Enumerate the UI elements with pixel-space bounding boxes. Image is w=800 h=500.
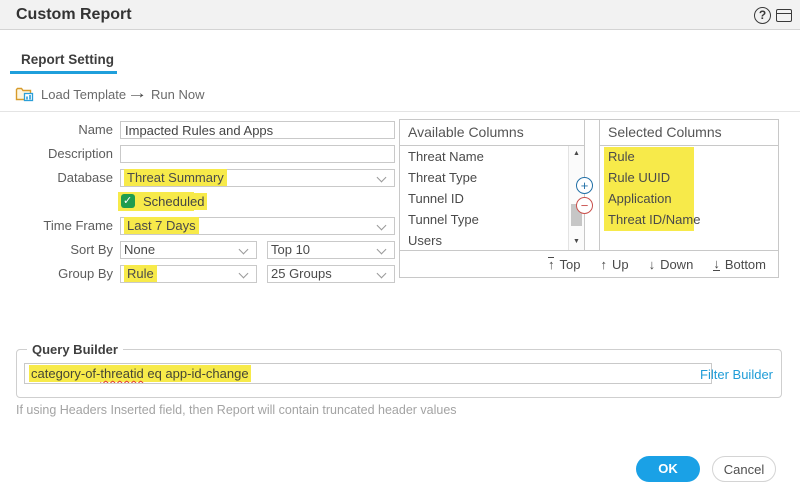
chevron-down-icon: [377, 221, 387, 231]
list-item[interactable]: Threat ID/Name: [600, 209, 778, 230]
group-by-select[interactable]: Rule: [120, 265, 257, 283]
query-input[interactable]: category-of-threatid eq app-id-change: [24, 363, 712, 384]
list-item[interactable]: Threat Type: [400, 167, 584, 188]
sort-by-select[interactable]: None: [120, 241, 257, 259]
load-template-icon: [15, 86, 35, 102]
sort-by-value: None: [124, 242, 155, 257]
chevron-down-icon: [377, 245, 387, 255]
cancel-button[interactable]: Cancel: [712, 456, 776, 482]
selected-columns-list: RuleRule UUIDApplicationThreat ID/Name: [600, 146, 778, 250]
available-columns-header: Available Columns: [400, 120, 584, 146]
chevron-down-icon: [239, 269, 249, 279]
columns-chooser: Available Columns ▲ ▼ Threat NameThreat …: [399, 119, 779, 278]
description-input[interactable]: [120, 145, 395, 163]
time-frame-label: Time Frame: [0, 217, 113, 235]
selected-columns-panel: Selected Columns RuleRule UUIDApplicatio…: [599, 120, 778, 250]
move-up-icon: [600, 258, 607, 271]
move-up-label: Up: [612, 257, 629, 272]
run-now-button[interactable]: → Run Now: [129, 84, 204, 104]
dialog-title: Custom Report: [16, 0, 132, 29]
column-move-gutter: + −: [585, 120, 599, 250]
available-columns-list: ▲ ▼ Threat NameThreat TypeTunnel IDTunne…: [400, 146, 584, 250]
sort-limit-select[interactable]: Top 10: [267, 241, 395, 259]
query-text-2: eq app-id-change: [144, 366, 249, 381]
chevron-down-icon: [239, 245, 249, 255]
active-tab-indicator: [10, 71, 117, 74]
help-icon[interactable]: ?: [754, 7, 771, 24]
available-columns-panel: Available Columns ▲ ▼ Threat NameThreat …: [400, 120, 585, 250]
move-down-icon: [649, 258, 656, 271]
run-now-label: Run Now: [151, 87, 204, 102]
list-item[interactable]: Threat Name: [400, 146, 584, 167]
chevron-down-icon: [377, 269, 387, 279]
header-truncation-hint: If using Headers Inserted field, then Re…: [16, 403, 457, 417]
remove-column-button[interactable]: −: [576, 197, 593, 214]
move-top-button[interactable]: Top: [548, 257, 580, 272]
toolbar-separator: [0, 111, 800, 112]
description-label: Description: [0, 145, 113, 163]
move-bottom-button[interactable]: Bottom: [713, 257, 766, 272]
group-limit-value: 25 Groups: [271, 266, 332, 281]
move-top-icon: [548, 257, 555, 271]
filter-builder-link[interactable]: Filter Builder: [700, 367, 773, 382]
time-frame-value: Last 7 Days: [124, 217, 199, 234]
sort-by-label: Sort By: [0, 241, 113, 259]
group-by-value: Rule: [124, 265, 157, 282]
window-dock-icon[interactable]: [776, 9, 792, 22]
move-top-label: Top: [559, 257, 580, 272]
list-item[interactable]: Rule: [600, 146, 778, 167]
group-by-label: Group By: [0, 265, 113, 283]
dialog-titlebar: Custom Report ?: [0, 0, 800, 30]
name-input[interactable]: [120, 121, 395, 139]
query-builder-legend: Query Builder: [27, 342, 123, 357]
list-item[interactable]: Rule UUID: [600, 167, 778, 188]
sort-limit-value: Top 10: [271, 242, 310, 257]
chevron-down-icon: [377, 173, 387, 183]
list-item[interactable]: Application: [600, 188, 778, 209]
scheduled-label: Scheduled: [140, 193, 207, 210]
load-template-button[interactable]: Load Template: [15, 84, 126, 104]
time-frame-select[interactable]: Last 7 Days: [120, 217, 395, 235]
add-column-button[interactable]: +: [576, 177, 593, 194]
column-order-toolbar: Top Up Down Bottom: [400, 250, 778, 277]
ok-button[interactable]: OK: [636, 456, 700, 482]
list-item[interactable]: Tunnel Type: [400, 209, 584, 230]
name-label: Name: [0, 121, 113, 139]
list-item[interactable]: Users: [400, 230, 584, 250]
selected-columns-header: Selected Columns: [600, 120, 778, 146]
query-text-misspelled: threatid: [100, 366, 143, 381]
database-value: Threat Summary: [124, 169, 227, 186]
run-now-arrow-icon: →: [127, 85, 148, 103]
move-bottom-label: Bottom: [725, 257, 766, 272]
custom-report-dialog: { "titlebar": { "title": "Custom Report"…: [0, 0, 800, 500]
scheduled-checkbox[interactable]: [121, 194, 135, 208]
list-item[interactable]: Tunnel ID: [400, 188, 584, 209]
group-limit-select[interactable]: 25 Groups: [267, 265, 395, 283]
query-text-1: category-of-: [31, 366, 100, 381]
load-template-label: Load Template: [41, 87, 126, 102]
move-down-label: Down: [660, 257, 693, 272]
toolbar: Load Template → Run Now: [0, 84, 800, 108]
database-select[interactable]: Threat Summary: [120, 169, 395, 187]
tab-report-setting[interactable]: Report Setting: [21, 52, 114, 67]
move-bottom-icon: [713, 257, 720, 271]
move-down-button[interactable]: Down: [649, 257, 694, 272]
database-label: Database: [0, 169, 113, 187]
move-up-button[interactable]: Up: [600, 257, 628, 272]
query-builder-section: Query Builder category-of-threatid eq ap…: [16, 342, 782, 398]
